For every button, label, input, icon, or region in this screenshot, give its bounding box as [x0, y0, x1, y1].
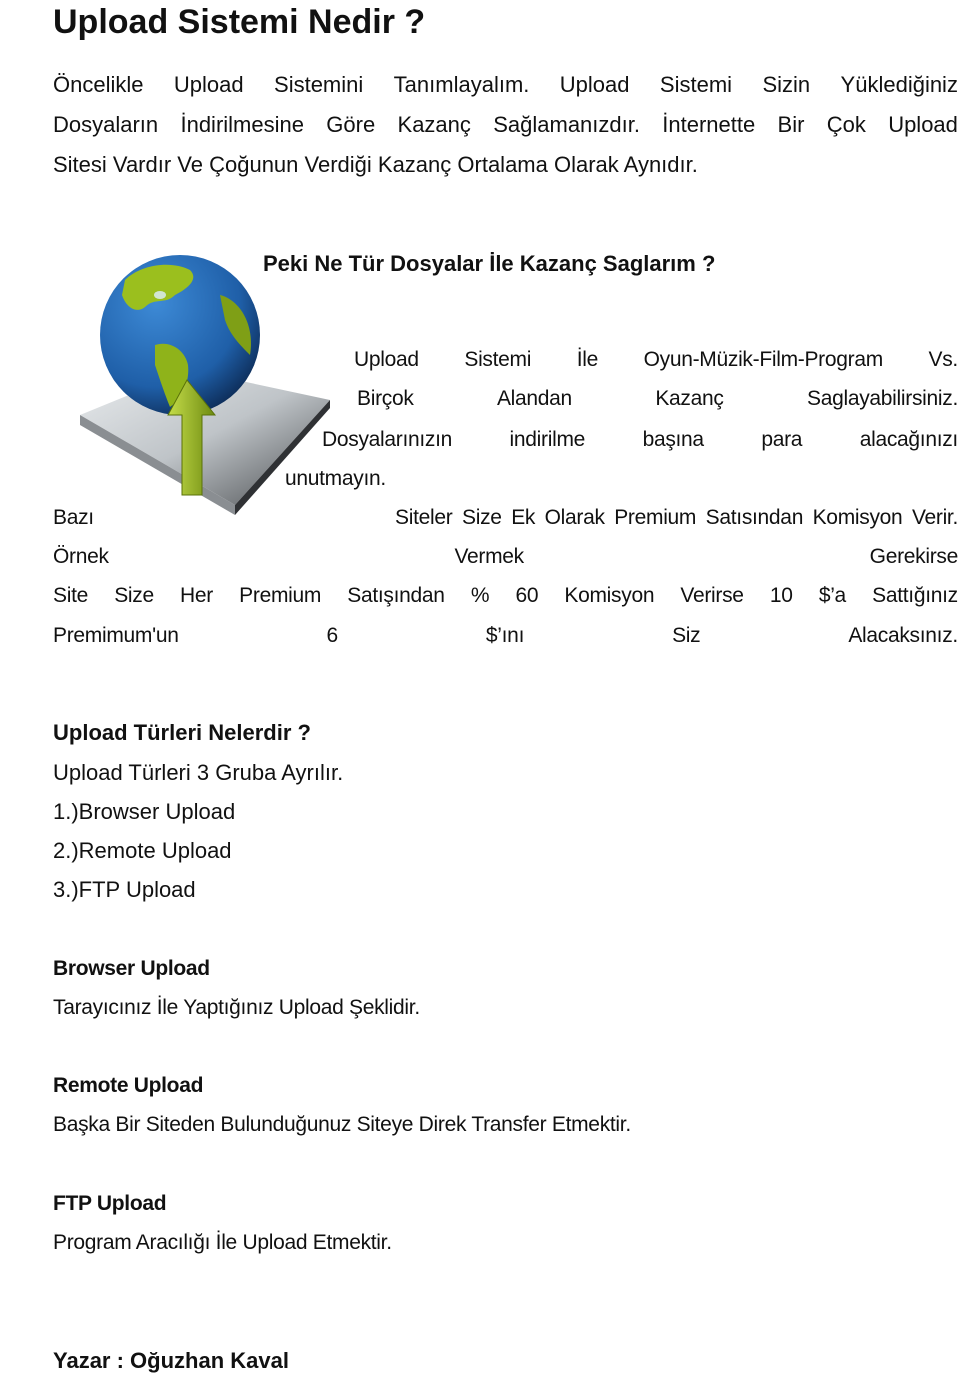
- word: Premimum'un: [53, 624, 179, 647]
- premium-line-1: Bazı Siteler Size Ek Olarak Premium Satı…: [53, 504, 958, 532]
- types-item: 3.)FTP Upload: [53, 877, 196, 902]
- author: Yazar : Oğuzhan Kaval: [53, 1348, 289, 1373]
- word: Alacaksınız.: [848, 624, 958, 647]
- word: 10: [769, 584, 793, 607]
- word: Site: [53, 584, 88, 607]
- word: Alandan: [496, 387, 572, 410]
- word: Kazanç: [397, 112, 471, 137]
- definition-heading-browser: Browser Upload: [53, 957, 210, 980]
- word: Sağlamanızdır.: [493, 112, 640, 137]
- types-item: 2.)Remote Upload: [53, 838, 232, 863]
- word: Upload: [173, 72, 244, 97]
- section-body-line-3: Dosyalarınızın indirilme başına para ala…: [322, 426, 958, 454]
- definition-text-browser: Tarayıcınız İle Yaptığınız Upload Şeklid…: [53, 996, 420, 1019]
- word: Siteler Size Ek Olarak Premium Satısında…: [395, 506, 958, 529]
- word: Sistemini: [274, 72, 364, 97]
- word: Vs.: [928, 348, 959, 371]
- word: Örnek: [53, 545, 109, 568]
- word: para: [761, 428, 803, 451]
- word: Upload: [888, 112, 958, 137]
- word: Upload: [559, 72, 630, 97]
- types-heading: Upload Türleri Nelerdir ?: [53, 720, 311, 745]
- word: Göre: [326, 112, 376, 137]
- word: Her: [180, 584, 213, 607]
- word: Çok: [826, 112, 866, 137]
- definition-text-remote: Başka Bir Siteden Bulunduğunuz Siteye Di…: [53, 1113, 631, 1136]
- word: Birçok: [357, 387, 414, 410]
- word: 60: [515, 584, 539, 607]
- word: 6: [326, 624, 339, 647]
- definition-heading-ftp: FTP Upload: [53, 1192, 167, 1215]
- word: %: [470, 584, 490, 607]
- word: $’ını: [485, 624, 525, 647]
- word: Kazanç: [655, 387, 724, 410]
- intro-line-3: Sitesi Vardır Ve Çoğunun Verdiği Kazanç …: [53, 152, 698, 177]
- word: Tanımlayalım.: [393, 72, 530, 97]
- word: Siz: [672, 624, 701, 647]
- types-item: 1.)Browser Upload: [53, 799, 236, 824]
- word: Yüklediğiniz: [840, 72, 958, 97]
- word: İle: [576, 348, 599, 371]
- word: alacağınızı: [859, 428, 959, 451]
- premium-line-2: Örnek Vermek Gerekirse: [53, 543, 958, 571]
- word: Satışından: [347, 584, 445, 607]
- word: Verirse: [680, 584, 744, 607]
- page-title: Upload Sistemi Nedir ?: [53, 3, 426, 41]
- word: Bazı: [53, 506, 94, 529]
- globe-highlight: [154, 291, 166, 299]
- word: $’a: [818, 584, 846, 607]
- word: Saglayabilirsiniz.: [806, 387, 958, 410]
- word: İndirilmesine: [180, 112, 304, 137]
- word: Upload: [354, 348, 419, 371]
- word: Gerekirse: [869, 545, 959, 568]
- word: Dosyalarınızın: [322, 428, 453, 451]
- section-question: Peki Ne Tür Dosyalar İle Kazanç Saglarım…: [263, 251, 716, 276]
- word: Sattığınız: [872, 584, 958, 607]
- premium-line-4: Premimum'un 6 $’ını Siz Alacaksınız.: [53, 622, 958, 650]
- word: Premium: [239, 584, 322, 607]
- intro-line-2: Dosyaların İndirilmesine Göre Kazanç Sağ…: [53, 111, 958, 139]
- word: indirilme: [509, 428, 586, 451]
- word: başına: [642, 428, 705, 451]
- word: Sizin: [762, 72, 811, 97]
- definition-heading-remote: Remote Upload: [53, 1074, 204, 1097]
- word: Öncelikle: [53, 72, 144, 97]
- intro-line-1: Öncelikle Upload Sistemini Tanımlayalım.…: [53, 71, 958, 99]
- word: Komisyon: [564, 584, 655, 607]
- word: Sistemi: [464, 348, 532, 371]
- word: Dosyaların: [53, 112, 159, 137]
- definition-text-ftp: Program Aracılığı İle Upload Etmektir.: [53, 1231, 392, 1254]
- section-body-line-2: Birçok Alandan Kazanç Saglayabilirsiniz.: [357, 385, 958, 413]
- word: Sistemi: [659, 72, 733, 97]
- word: Size: [114, 584, 154, 607]
- word: Vermek: [454, 545, 524, 568]
- section-body-line-4: unutmayın.: [285, 467, 386, 490]
- section-body-line-1: Upload Sistemi İle Oyun-Müzik-Film-Progr…: [354, 346, 958, 374]
- word: Bir: [777, 112, 805, 137]
- word: İnternette: [662, 112, 756, 137]
- types-intro: Upload Türleri 3 Gruba Ayrılır.: [53, 760, 344, 785]
- premium-line-3: Site Size Her Premium Satışından % 60 Ko…: [53, 582, 958, 610]
- word: Oyun-Müzik-Film-Program: [643, 348, 884, 371]
